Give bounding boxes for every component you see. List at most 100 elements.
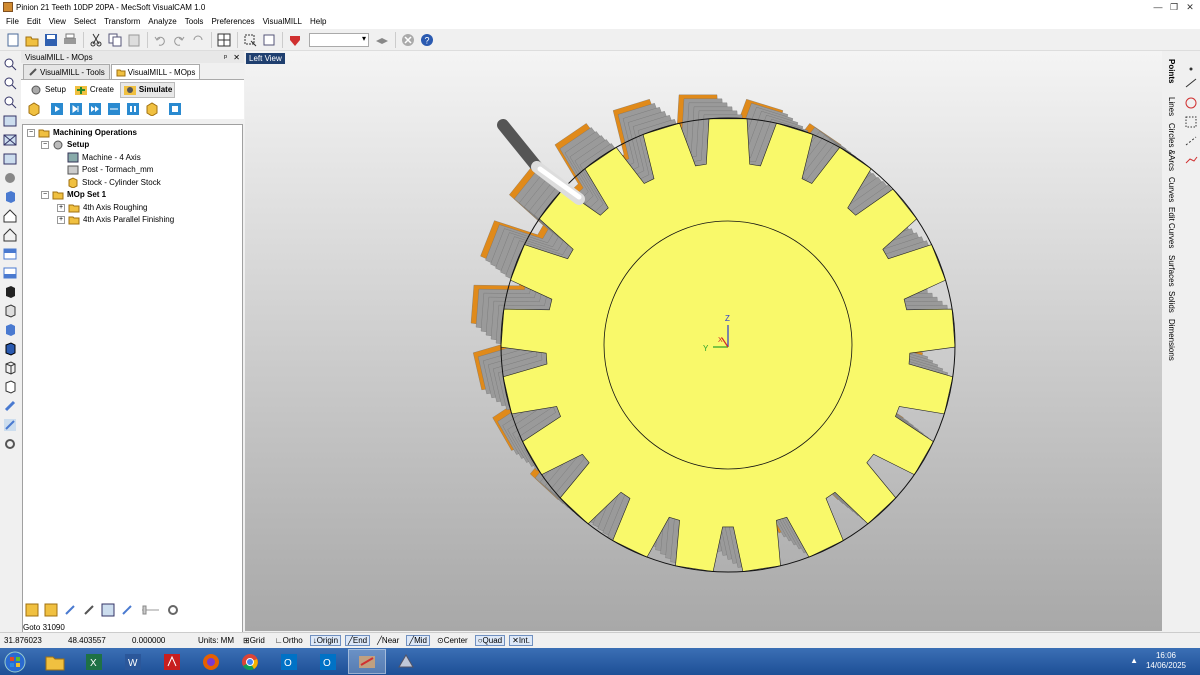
display-tool-icon[interactable] [118, 601, 136, 619]
menu-select[interactable]: Select [74, 17, 96, 26]
top-view-icon[interactable] [2, 245, 18, 262]
circle-icon[interactable] [1185, 97, 1197, 109]
outlook-icon[interactable]: O [270, 649, 308, 674]
acrobat-icon[interactable] [153, 649, 191, 674]
step-forward-icon[interactable] [67, 100, 85, 118]
pause-icon[interactable] [124, 100, 142, 118]
rotate-icon[interactable] [2, 169, 18, 186]
snap-int[interactable]: ✕ Int. [509, 635, 533, 646]
cad-app-icon[interactable] [387, 649, 425, 674]
paste-icon[interactable] [125, 31, 143, 49]
simulate-tool-icon[interactable] [99, 601, 117, 619]
help-icon[interactable]: ? [418, 31, 436, 49]
firefox-icon[interactable] [192, 649, 230, 674]
collapse-icon[interactable]: − [27, 128, 35, 137]
stock-cube-icon[interactable] [25, 100, 43, 118]
tab-circles-arcs[interactable]: Circles &Arcs [1167, 123, 1176, 171]
undo-icon[interactable] [151, 31, 169, 49]
tab-lines[interactable]: Lines [1167, 97, 1176, 116]
subtab-simulate[interactable]: Simulate [119, 81, 176, 98]
menu-analyze[interactable]: Analyze [148, 17, 176, 26]
tree-root[interactable]: − Machining Operations [27, 127, 137, 138]
gen-toolpath-icon[interactable] [23, 601, 41, 619]
tab-surfaces[interactable]: Surfaces [1167, 255, 1176, 287]
excel-icon[interactable]: X [75, 649, 113, 674]
cut-icon[interactable] [87, 31, 105, 49]
line-icon[interactable] [1185, 78, 1197, 88]
solid-shading-icon[interactable] [2, 283, 18, 300]
zoom-extents-icon[interactable] [2, 112, 18, 129]
wireframe-icon[interactable] [2, 359, 18, 376]
stop-icon[interactable] [399, 31, 417, 49]
chrome-icon[interactable] [231, 649, 269, 674]
menu-edit[interactable]: Edit [27, 17, 41, 26]
iso-view-icon[interactable] [2, 302, 18, 319]
menu-view[interactable]: View [49, 17, 66, 26]
new-file-icon[interactable] [4, 31, 22, 49]
tray-arrow-icon[interactable]: ▲ [1130, 656, 1138, 665]
panel-close-icon[interactable]: ✕ [233, 53, 240, 62]
snap-end[interactable]: ╱ End [345, 635, 371, 646]
subtab-setup[interactable]: Setup [27, 83, 68, 97]
tree-setup[interactable]: − Setup [41, 139, 89, 150]
tab-edit-curves[interactable]: Edit Curves [1167, 207, 1176, 248]
slider-icon[interactable] [141, 601, 159, 619]
play-icon[interactable] [48, 100, 66, 118]
polyline-icon[interactable] [1185, 156, 1198, 164]
open-folder-icon[interactable] [23, 31, 41, 49]
tree-stock[interactable]: Stock - Cylinder Stock [67, 177, 161, 188]
minimize-button[interactable]: — [1150, 0, 1166, 14]
select-icon[interactable] [241, 31, 259, 49]
menu-file[interactable]: File [6, 17, 19, 26]
grid-points-icon[interactable] [1185, 116, 1197, 128]
zoom-in-icon[interactable] [2, 55, 18, 72]
menu-transform[interactable]: Transform [104, 17, 140, 26]
system-clock[interactable]: 16:06 14/06/2025 [1146, 651, 1186, 671]
tree-post[interactable]: Post - Tormach_mm [67, 164, 153, 175]
stop-sim-icon[interactable] [166, 100, 184, 118]
layers-icon[interactable] [373, 31, 391, 49]
menu-preferences[interactable]: Preferences [211, 17, 254, 26]
menu-tools[interactable]: Tools [185, 17, 204, 26]
snap-grid[interactable]: ⊞ Grid [240, 635, 268, 646]
zoom-fit-icon[interactable] [2, 131, 18, 148]
snap-quad[interactable]: ○ Quad [474, 635, 506, 646]
snap-ortho[interactable]: ∟ Ortho [272, 635, 306, 646]
fast-forward-icon[interactable] [86, 100, 104, 118]
zoom-window-icon[interactable] [2, 93, 18, 110]
layer-color-icon[interactable] [286, 31, 304, 49]
menu-visualmill[interactable]: VisualMILL [263, 17, 302, 26]
home-view-icon[interactable] [2, 207, 18, 224]
settings-gear-icon[interactable] [2, 435, 18, 452]
properties-icon[interactable] [260, 31, 278, 49]
outlook-2-icon[interactable]: O [309, 649, 347, 674]
regen-icon[interactable] [42, 601, 60, 619]
collapse-icon[interactable]: − [41, 190, 49, 199]
3d-viewport[interactable]: Left View Z Y X [245, 51, 1162, 631]
snap-near[interactable]: ╱ Near [374, 635, 402, 646]
tab-visualmill-mops[interactable]: VisualMILL - MOps [110, 64, 201, 79]
snap-center[interactable]: ⊙ Center [434, 635, 471, 646]
shaded-edges-icon[interactable] [2, 340, 18, 357]
collapse-icon[interactable]: − [41, 140, 49, 149]
print-icon[interactable] [61, 31, 79, 49]
expand-icon[interactable]: + [57, 215, 65, 224]
post-process-icon[interactable] [80, 601, 98, 619]
tree-op-roughing[interactable]: + 4th Axis Roughing [57, 202, 148, 213]
expand-icon[interactable]: + [57, 203, 65, 212]
tab-curves[interactable]: Curves [1167, 177, 1176, 202]
tree-machine[interactable]: Machine - 4 Axis [67, 152, 141, 163]
subtab-create[interactable]: Create [72, 83, 116, 97]
visualcam-icon[interactable] [348, 649, 386, 674]
points-on-curve-icon[interactable] [1185, 136, 1197, 146]
zoom-out-icon[interactable] [2, 74, 18, 91]
tab-dimensions[interactable]: Dimensions [1167, 319, 1176, 361]
grid-view-icon[interactable] [215, 31, 233, 49]
tab-points[interactable]: Points [1167, 59, 1176, 83]
pin-icon[interactable]: ᵖ [224, 53, 227, 62]
file-explorer-icon[interactable] [36, 649, 74, 674]
sim-stock-icon[interactable] [143, 100, 161, 118]
snap-mid[interactable]: ╱ Mid [406, 635, 430, 646]
settings-gear-icon[interactable] [164, 601, 182, 619]
save-icon[interactable] [42, 31, 60, 49]
